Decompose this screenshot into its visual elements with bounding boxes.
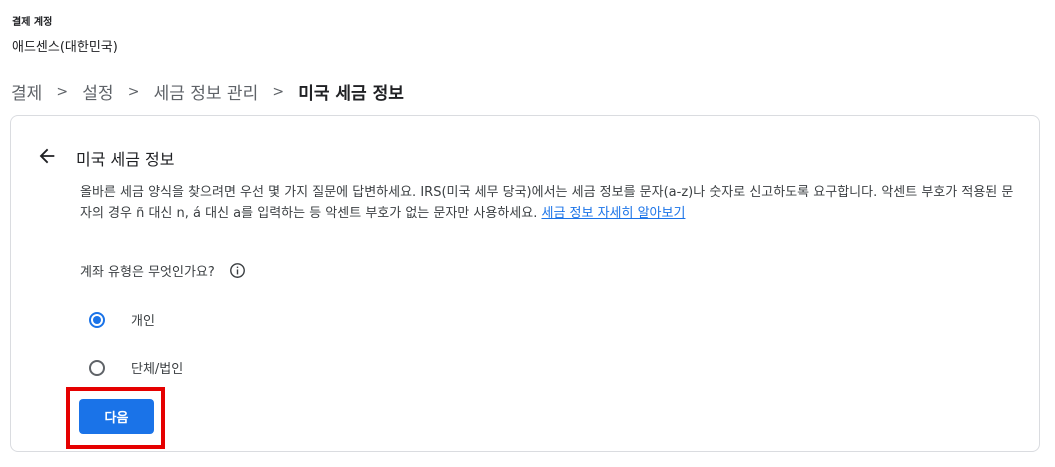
question-label: 계좌 유형은 무엇인가요? — [80, 265, 215, 280]
radio-label-individual: 개인 — [131, 314, 155, 329]
radio-option-business[interactable]: 단체/법인 — [89, 358, 183, 377]
breadcrumb-item-tax-info[interactable]: 세금 정보 관리 — [154, 79, 259, 104]
next-button[interactable]: 다음 — [79, 399, 154, 434]
radio-button-checked[interactable] — [89, 311, 105, 328]
radio-label-business: 단체/법인 — [131, 362, 184, 377]
chevron-right-icon: > — [272, 83, 285, 100]
billing-account-name: 애드센스(대한민국) — [12, 40, 118, 55]
breadcrumb-current: 미국 세금 정보 — [298, 84, 404, 104]
account-type-question: 계좌 유형은 무엇인가요? — [80, 261, 246, 280]
learn-more-link[interactable]: 세금 정보 자세히 알아보기 — [541, 206, 685, 221]
breadcrumb: 결제 > 설정 > 세금 정보 관리 > 미국 세금 정보 — [11, 79, 404, 105]
arrow-back-icon[interactable] — [36, 145, 58, 167]
chevron-right-icon: > — [127, 83, 140, 100]
radio-option-individual[interactable]: 개인 — [89, 310, 155, 329]
card-title: 미국 세금 정보 — [76, 150, 175, 169]
info-icon[interactable] — [229, 262, 246, 279]
description: 올바른 세금 양식을 찾으려면 우선 몇 가지 질문에 답변하세요. IRS(미… — [80, 182, 1020, 224]
breadcrumb-item-settings[interactable]: 설정 — [82, 79, 113, 104]
chevron-right-icon: > — [56, 83, 69, 100]
billing-account-label: 결제 계정 — [12, 17, 53, 28]
tax-info-card: 미국 세금 정보 올바른 세금 양식을 찾으려면 우선 몇 가지 질문에 답변하… — [10, 115, 1040, 452]
breadcrumb-item-billing[interactable]: 결제 — [11, 79, 42, 104]
radio-button-unchecked[interactable] — [89, 359, 105, 376]
